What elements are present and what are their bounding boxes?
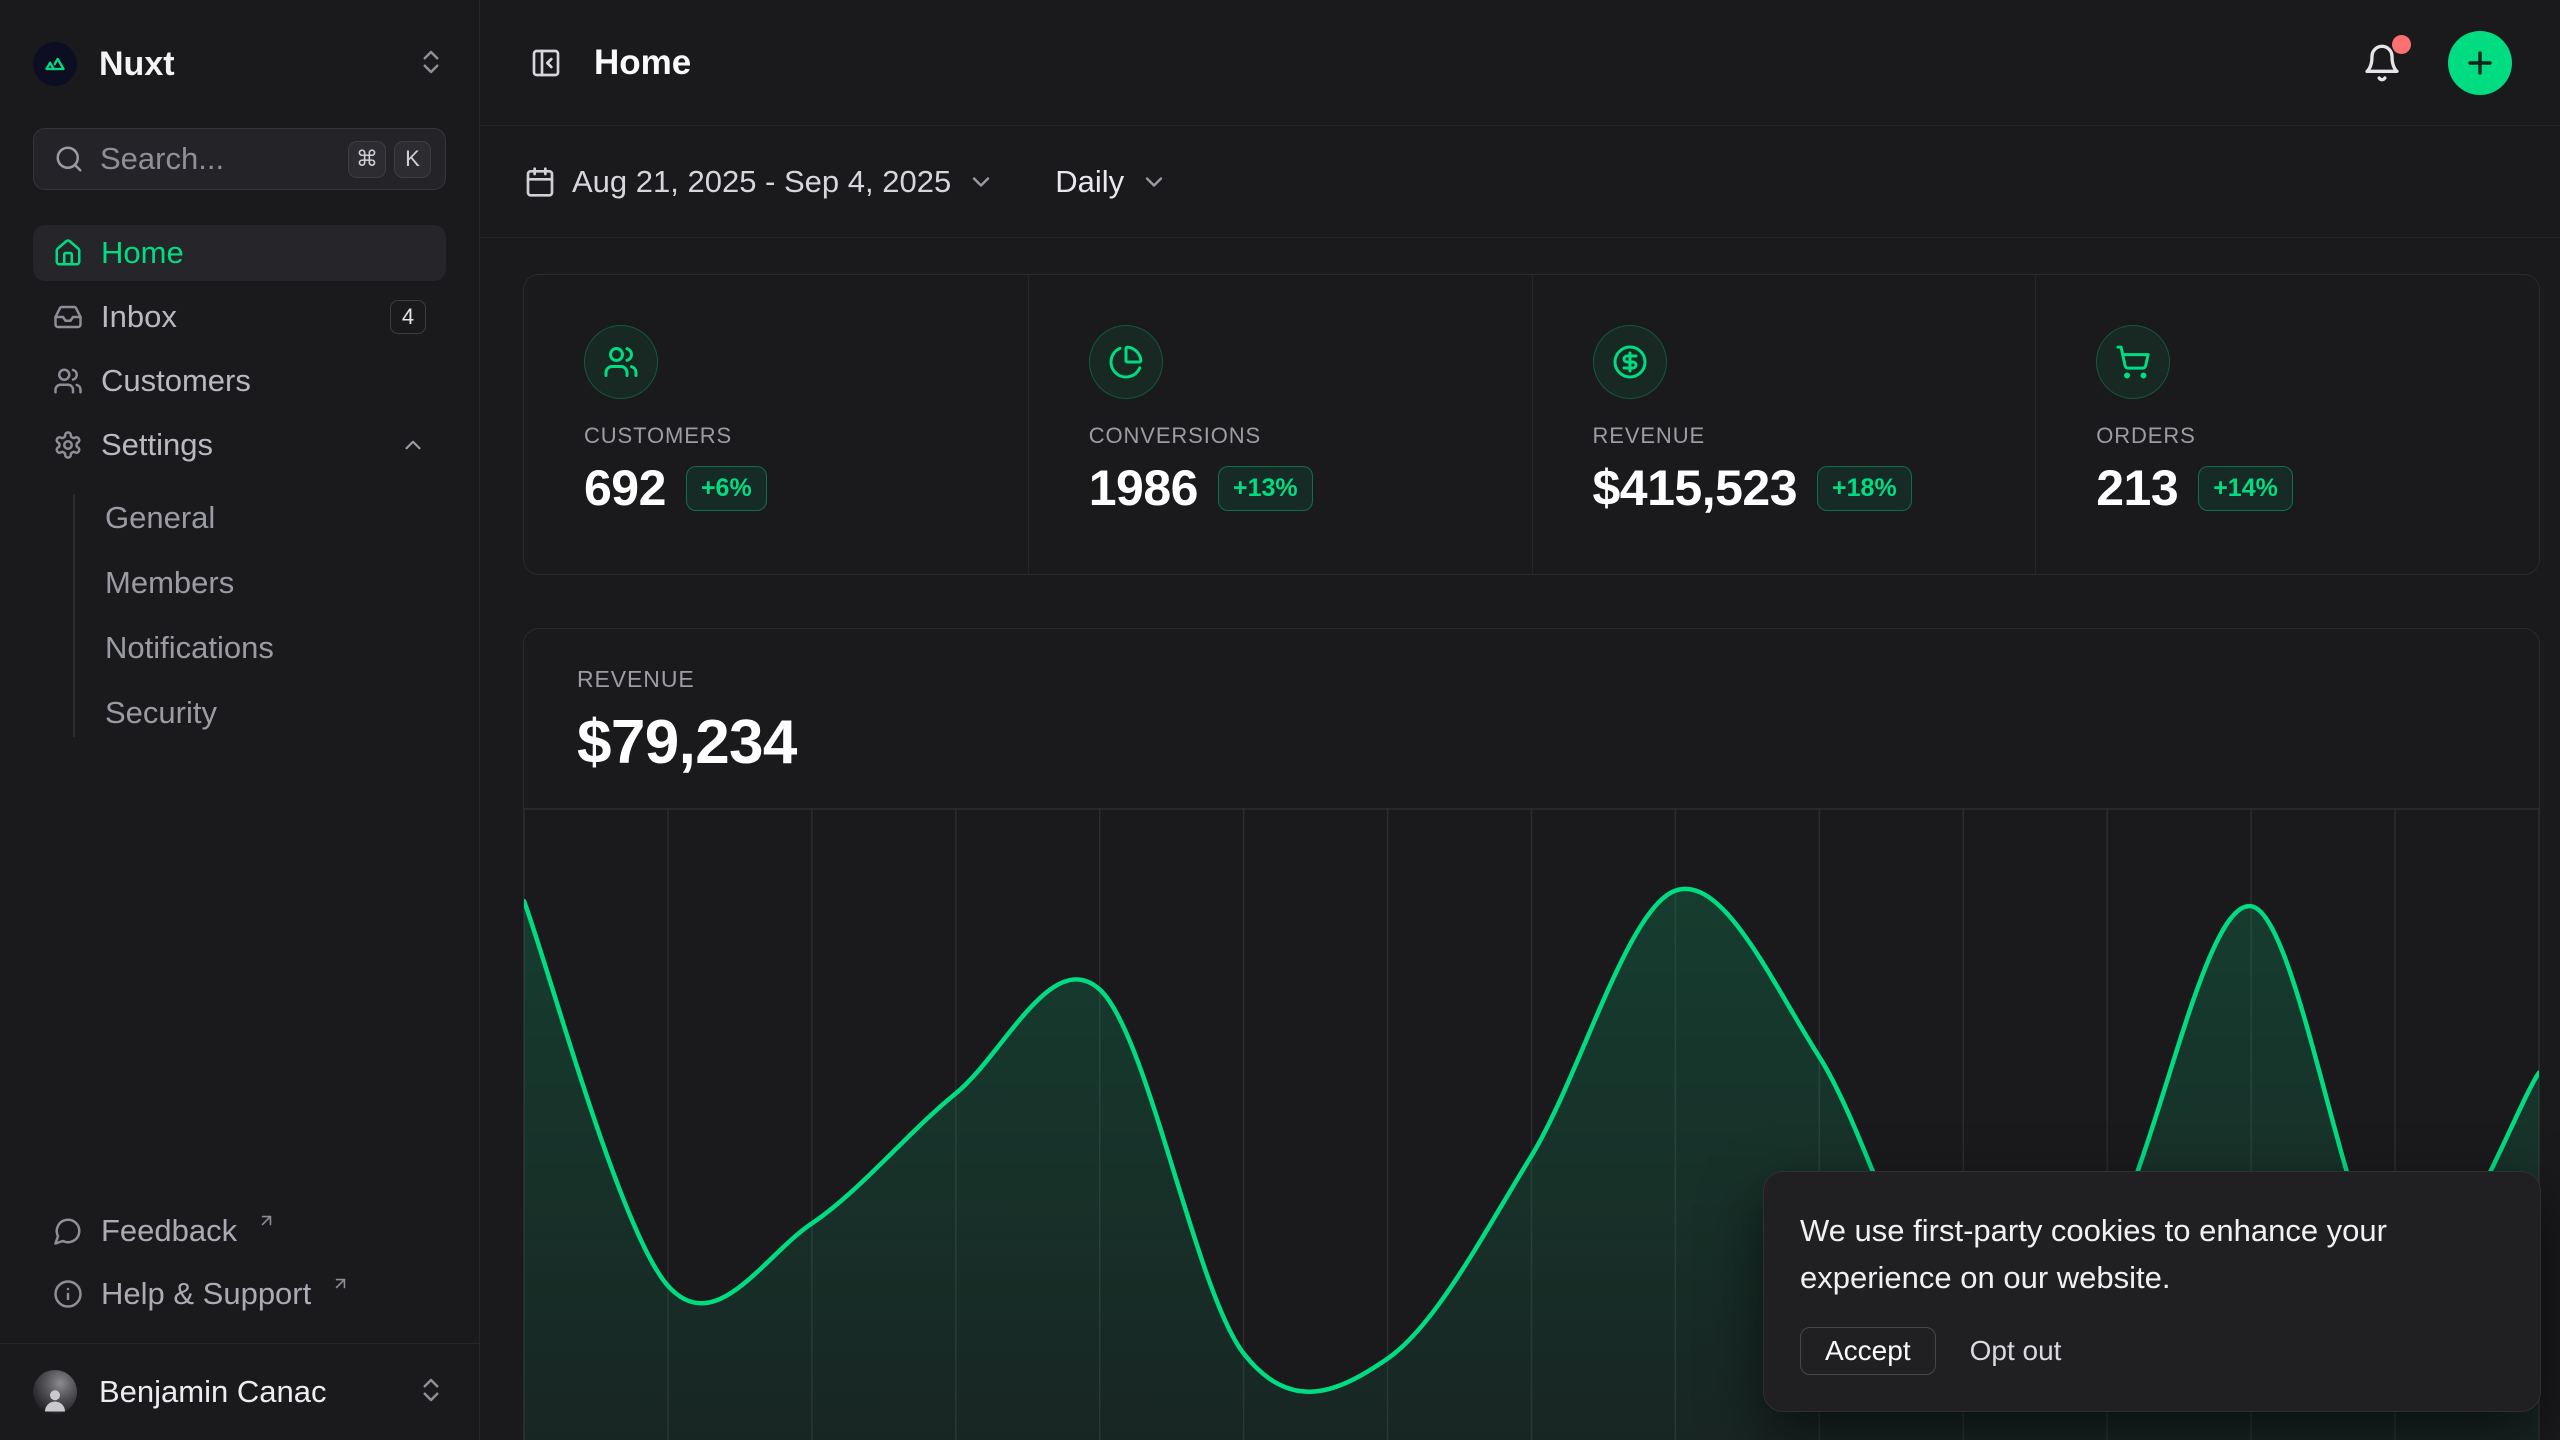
sidebar-item-label: Notifications xyxy=(105,630,426,666)
notification-dot xyxy=(2392,35,2411,54)
date-range-picker[interactable]: Aug 21, 2025 - Sep 4, 2025 xyxy=(524,164,995,200)
sidebar-spacer xyxy=(33,741,446,1203)
inbox-icon xyxy=(53,302,83,332)
sidebar-item-inbox[interactable]: Inbox 4 xyxy=(33,289,446,345)
users-icon xyxy=(53,366,83,396)
plus-icon xyxy=(2463,46,2497,80)
message-circle-icon xyxy=(53,1216,83,1246)
kbd-k: K xyxy=(394,141,431,178)
sidebar-item-feedback[interactable]: Feedback xyxy=(33,1203,446,1259)
stat-conversions: CONVERSIONS 1986 +13% xyxy=(1028,275,1532,574)
shopping-cart-icon xyxy=(2096,325,2170,399)
stat-revenue: REVENUE $415,523 +18% xyxy=(1532,275,2036,574)
cookie-actions: Accept Opt out xyxy=(1800,1327,2504,1375)
pie-chart-icon xyxy=(1089,325,1163,399)
search-shortcut: ⌘ K xyxy=(348,141,431,178)
stat-orders: ORDERS 213 +14% xyxy=(2035,275,2539,574)
inbox-count-badge: 4 xyxy=(390,300,426,334)
workspace-name: Nuxt xyxy=(99,45,394,84)
sidebar-item-members[interactable]: Members xyxy=(33,555,446,611)
sidebar-item-home[interactable]: Home xyxy=(33,225,446,281)
external-link-icon xyxy=(257,1211,276,1230)
chevron-down-icon xyxy=(967,168,995,196)
revenue-chart-label: REVENUE xyxy=(577,666,2539,693)
stat-label: ORDERS xyxy=(2096,423,2539,449)
calendar-icon xyxy=(524,166,556,198)
sidebar-item-label: Settings xyxy=(101,427,382,463)
sidebar-item-customers[interactable]: Customers xyxy=(33,353,446,409)
user-name: Benjamin Canac xyxy=(99,1374,394,1410)
period-select[interactable]: Daily xyxy=(1055,164,1168,200)
users-icon xyxy=(584,325,658,399)
workspace-switcher[interactable]: Nuxt xyxy=(33,0,446,128)
date-range-label: Aug 21, 2025 - Sep 4, 2025 xyxy=(572,164,951,200)
stat-value: 1986 xyxy=(1089,459,1198,517)
stat-delta-badge: +14% xyxy=(2198,466,2293,511)
sidebar-footer-nav: Feedback Help & Support xyxy=(33,1203,446,1322)
sidebar-item-settings[interactable]: Settings xyxy=(33,417,446,473)
add-button[interactable] xyxy=(2448,31,2512,95)
stat-label: REVENUE xyxy=(1593,423,2036,449)
sidebar-item-label: Security xyxy=(105,695,426,731)
info-circle-icon xyxy=(53,1279,83,1309)
notifications-button[interactable] xyxy=(2356,37,2408,89)
chevrons-up-down-icon xyxy=(416,47,446,82)
search-input[interactable]: Search... ⌘ K xyxy=(33,128,446,190)
revenue-chart-value: $79,234 xyxy=(577,707,2539,778)
sidebar: Nuxt Search... ⌘ K Home xyxy=(0,0,480,1440)
user-menu[interactable]: Benjamin Canac xyxy=(33,1344,446,1440)
app-root: Nuxt Search... ⌘ K Home xyxy=(0,0,2560,1440)
sidebar-item-label: Home xyxy=(101,235,426,271)
user-avatar xyxy=(33,1370,77,1414)
settings-subnav: General Members Notifications Security xyxy=(33,490,446,741)
sidebar-item-help-support[interactable]: Help & Support xyxy=(33,1266,446,1322)
chevron-down-icon xyxy=(1140,168,1168,196)
stat-label: CUSTOMERS xyxy=(584,423,1028,449)
nuxt-logo-icon xyxy=(33,42,77,86)
stat-delta-badge: +13% xyxy=(1218,466,1313,511)
chevrons-up-down-icon xyxy=(416,1375,446,1410)
sidebar-item-label: Feedback xyxy=(101,1213,237,1249)
sidebar-nav: Home Inbox 4 Customers Settings xyxy=(33,225,446,741)
toolbar: Aug 21, 2025 - Sep 4, 2025 Daily xyxy=(480,126,2560,238)
stat-value: 692 xyxy=(584,459,666,517)
house-icon xyxy=(53,238,83,268)
opt-out-button[interactable]: Opt out xyxy=(1970,1335,2062,1367)
sidebar-item-label: Members xyxy=(105,565,426,601)
chevron-up-icon xyxy=(400,432,426,458)
sidebar-item-notifications[interactable]: Notifications xyxy=(33,620,446,676)
sidebar-toggle-button[interactable] xyxy=(524,41,568,85)
cookie-message: We use first-party cookies to enhance yo… xyxy=(1800,1208,2440,1301)
stat-value: $415,523 xyxy=(1593,459,1798,517)
page-header: Home xyxy=(480,0,2560,126)
sidebar-item-general[interactable]: General xyxy=(33,490,446,546)
stat-delta-badge: +18% xyxy=(1817,466,1912,511)
search-icon xyxy=(54,144,84,174)
panel-left-close-icon xyxy=(530,47,562,79)
page-title: Home xyxy=(594,43,2330,83)
sidebar-item-label: Help & Support xyxy=(101,1276,311,1312)
stat-value: 213 xyxy=(2096,459,2178,517)
stat-label: CONVERSIONS xyxy=(1089,423,1532,449)
circle-dollar-icon xyxy=(1593,325,1667,399)
accept-button[interactable]: Accept xyxy=(1800,1327,1936,1375)
search-placeholder: Search... xyxy=(100,141,332,177)
sidebar-item-label: Inbox xyxy=(101,299,372,335)
kbd-cmd: ⌘ xyxy=(348,141,386,178)
gear-icon xyxy=(53,430,83,460)
stat-delta-badge: +6% xyxy=(686,466,767,511)
cookie-banner: We use first-party cookies to enhance yo… xyxy=(1763,1171,2541,1412)
sidebar-item-label: General xyxy=(105,500,426,536)
sidebar-item-label: Customers xyxy=(101,363,426,399)
period-label: Daily xyxy=(1055,164,1124,200)
stats-card: CUSTOMERS 692 +6% CONVERSIONS 1986 +13% xyxy=(523,274,2540,575)
external-link-icon xyxy=(331,1274,350,1293)
sidebar-item-security[interactable]: Security xyxy=(33,685,446,741)
stat-customers: CUSTOMERS 692 +6% xyxy=(524,275,1028,574)
revenue-chart-header: REVENUE $79,234 xyxy=(524,629,2539,778)
